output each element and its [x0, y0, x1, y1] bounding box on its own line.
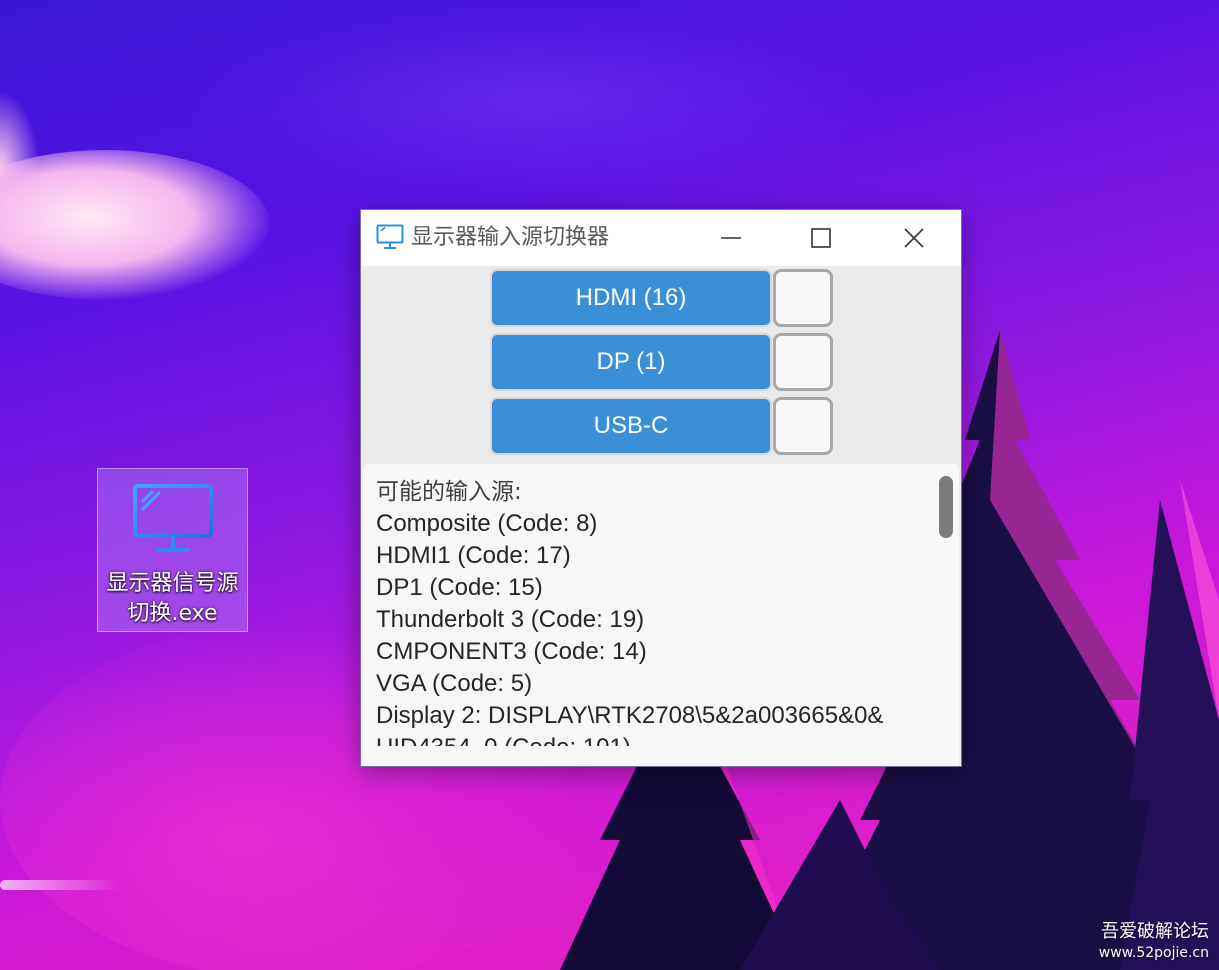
output-line: Display 2: DISPLAY\RTK2708\5&2a003665&0& [376, 702, 884, 729]
minimize-button[interactable] [701, 218, 761, 258]
background-haze [180, 0, 880, 200]
close-button[interactable] [884, 218, 944, 258]
watermark-url: www.52pojie.cn [1098, 945, 1209, 961]
output-line: UID4354_0 (Code: 101) [376, 732, 936, 746]
desktop-background: 显示器信号源 切换.exe 吾爱破解论坛 www.52pojie.cn 显示器输… [0, 0, 1219, 970]
output-text-area[interactable]: 可能的输入源: Composite (Code: 8) HDMI1 (Code:… [363, 464, 959, 766]
app-window: 显示器输入源切换器 HDMI (16) DP (1) USB-C 可能的输入源:… [360, 209, 962, 767]
source-button-usbc[interactable]: USB-C [490, 397, 772, 455]
output-heading: 可能的输入源: [376, 479, 522, 505]
output-line: DP1 (Code: 15) [376, 574, 543, 601]
output-line: HDMI1 (Code: 17) [376, 542, 571, 569]
source-button-dp[interactable]: DP (1) [490, 333, 772, 391]
source-button-hdmi[interactable]: HDMI (16) [490, 269, 772, 327]
output-line: CMPONENT3 (Code: 14) [376, 638, 647, 665]
maximize-button[interactable] [791, 218, 851, 258]
output-line: Thunderbolt 3 (Code: 19) [376, 606, 645, 633]
minimize-icon [721, 237, 741, 239]
source-row-usbc: USB-C [490, 397, 834, 455]
close-icon [904, 228, 924, 248]
maximize-icon [811, 228, 831, 248]
output-text: 可能的输入源: Composite (Code: 8) HDMI1 (Code:… [376, 476, 936, 746]
desktop-shortcut[interactable]: 显示器信号源 切换.exe [97, 468, 248, 632]
output-scrollbar-thumb[interactable] [939, 476, 953, 538]
background-cloud [0, 150, 270, 300]
source-checkbox-hdmi[interactable] [773, 269, 833, 327]
source-checkbox-usbc[interactable] [773, 397, 833, 455]
source-checkbox-dp[interactable] [773, 333, 833, 391]
source-row-hdmi: HDMI (16) [490, 269, 834, 327]
monitor-icon [130, 481, 218, 555]
watermark: 吾爱破解论坛 www.52pojie.cn [1099, 920, 1209, 962]
window-title: 显示器输入源切换器 [411, 225, 610, 250]
output-line: Composite (Code: 8) [376, 510, 598, 537]
title-bar[interactable]: 显示器输入源切换器 [361, 210, 961, 266]
source-row-dp: DP (1) [490, 333, 834, 391]
background-light-streak [0, 880, 120, 890]
desktop-shortcut-label: 显示器信号源 切换.exe [106, 571, 239, 626]
output-line: VGA (Code: 5) [376, 670, 533, 697]
monitor-icon [376, 224, 404, 250]
watermark-title: 吾爱破解论坛 [1101, 921, 1209, 942]
